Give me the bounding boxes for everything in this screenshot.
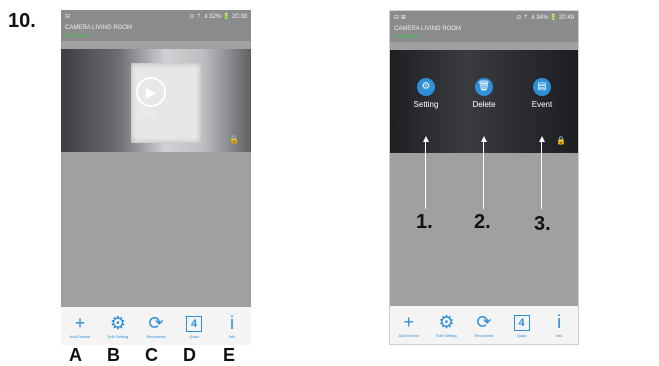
refresh-icon: ⟳ xyxy=(476,311,492,332)
quad-label: Quad xyxy=(516,332,527,338)
play-icon[interactable]: ▶ xyxy=(136,77,166,107)
phone-screen-long-press: ⊟ ⊞ ⊙ ⇡ .ıl 34% 🔋 20:49 CAMERA LIVING RO… xyxy=(389,10,579,345)
lock-icon: 🔒 xyxy=(556,136,566,145)
add-device-label: Add Device xyxy=(69,333,91,339)
info-icon: i xyxy=(557,311,562,332)
event-label: Event xyxy=(531,100,553,109)
camera-name: CAMERA LIVING ROOM xyxy=(394,26,462,32)
camera-header: CAMERA LIVING ROOM Connected xyxy=(61,23,251,41)
plus-icon: + xyxy=(403,311,415,332)
quad-icon: 4 xyxy=(186,315,202,332)
arrow-1 xyxy=(425,142,426,209)
callout-number-3: 3. xyxy=(534,213,551,235)
info-label: Info xyxy=(555,332,563,338)
step-number: 10. xyxy=(8,10,36,32)
arrow-head-1 xyxy=(423,136,429,142)
camera-name: CAMERA LIVING ROOM xyxy=(65,25,133,31)
bottom-toolbar: + Add Device ⚙ Edit Setting ⟳ Reconnect … xyxy=(390,306,578,344)
status-right: ⊙ ⇡ .ıl 32% 🔋 20:38 xyxy=(189,14,247,20)
bottom-toolbar: + Add Device ⚙ Edit Setting ⟳ Reconnect … xyxy=(61,307,251,345)
refresh-icon: ⟳ xyxy=(148,312,164,333)
event-icon: ▤ xyxy=(533,78,551,96)
add-device-button[interactable]: + Add Device xyxy=(392,313,426,338)
status-bar: ⊟ ⊞ ⊙ ⇡ .ıl 34% 🔋 20:49 xyxy=(390,11,578,24)
connection-status: Connected xyxy=(65,33,90,39)
info-icon: i xyxy=(230,312,234,333)
setting-action[interactable]: ⚙ Setting xyxy=(406,78,446,109)
camera-thumbnail[interactable]: ▶ Play 🔒 xyxy=(61,49,251,152)
play-label: Play xyxy=(143,111,155,117)
reconnect-label: Reconnect xyxy=(474,332,494,338)
delete-action[interactable]: 🗑 Delete xyxy=(464,78,504,109)
arrow-head-2 xyxy=(481,136,487,142)
status-right: ⊙ ⇡ .ıl 34% 🔋 20:49 xyxy=(516,15,574,21)
delete-label: Delete xyxy=(472,100,496,109)
callout-number-2: 2. xyxy=(474,211,491,233)
info-label: Info xyxy=(228,333,236,339)
plus-icon: + xyxy=(74,312,86,333)
camera-header: CAMERA LIVING ROOM Connected xyxy=(390,24,578,42)
reconnect-button[interactable]: ⟳ Reconnect xyxy=(467,313,501,338)
status-bar: ⊟ ⊙ ⇡ .ıl 32% 🔋 20:38 xyxy=(61,10,251,23)
arrow-3 xyxy=(541,142,542,209)
edit-setting-label: Edit Setting xyxy=(436,332,457,338)
settings-icon: ⚙ xyxy=(417,78,435,96)
gear-icon: ⚙ xyxy=(109,312,127,333)
quad-button[interactable]: 4 Quad xyxy=(505,313,539,338)
edit-setting-button[interactable]: ⚙ Edit Setting xyxy=(429,313,463,338)
trash-icon: 🗑 xyxy=(475,78,493,96)
status-left: ⊟ xyxy=(65,14,71,20)
arrow-head-3 xyxy=(539,136,545,142)
connection-status: Connected xyxy=(394,34,419,40)
quad-label: Quad xyxy=(189,333,199,339)
reconnect-button[interactable]: ⟳ Reconnect xyxy=(139,314,173,339)
quad-button[interactable]: 4 Quad xyxy=(177,314,211,339)
add-device-label: Add Device xyxy=(398,332,420,338)
event-action[interactable]: ▤ Event xyxy=(522,78,562,109)
callout-number-1: 1. xyxy=(416,211,433,233)
status-left: ⊟ ⊞ xyxy=(394,15,406,21)
arrow-2 xyxy=(483,142,484,209)
edit-setting-label: Edit Setting xyxy=(107,333,129,339)
toolbar-letter-labels: A B C D E xyxy=(61,345,251,365)
add-device-button[interactable]: + Add Device xyxy=(63,314,97,339)
info-button[interactable]: i Info xyxy=(215,314,249,339)
reconnect-label: Reconnect xyxy=(146,333,166,339)
info-button[interactable]: i Info xyxy=(542,313,576,338)
setting-label: Setting xyxy=(413,100,439,109)
quad-icon: 4 xyxy=(513,314,530,331)
gear-icon: ⚙ xyxy=(438,311,455,332)
lock-icon: 🔒 xyxy=(229,135,239,144)
phone-screen-main: ⊟ ⊙ ⇡ .ıl 32% 🔋 20:38 CAMERA LIVING ROOM… xyxy=(61,10,251,345)
edit-setting-button[interactable]: ⚙ Edit Setting xyxy=(101,314,135,339)
